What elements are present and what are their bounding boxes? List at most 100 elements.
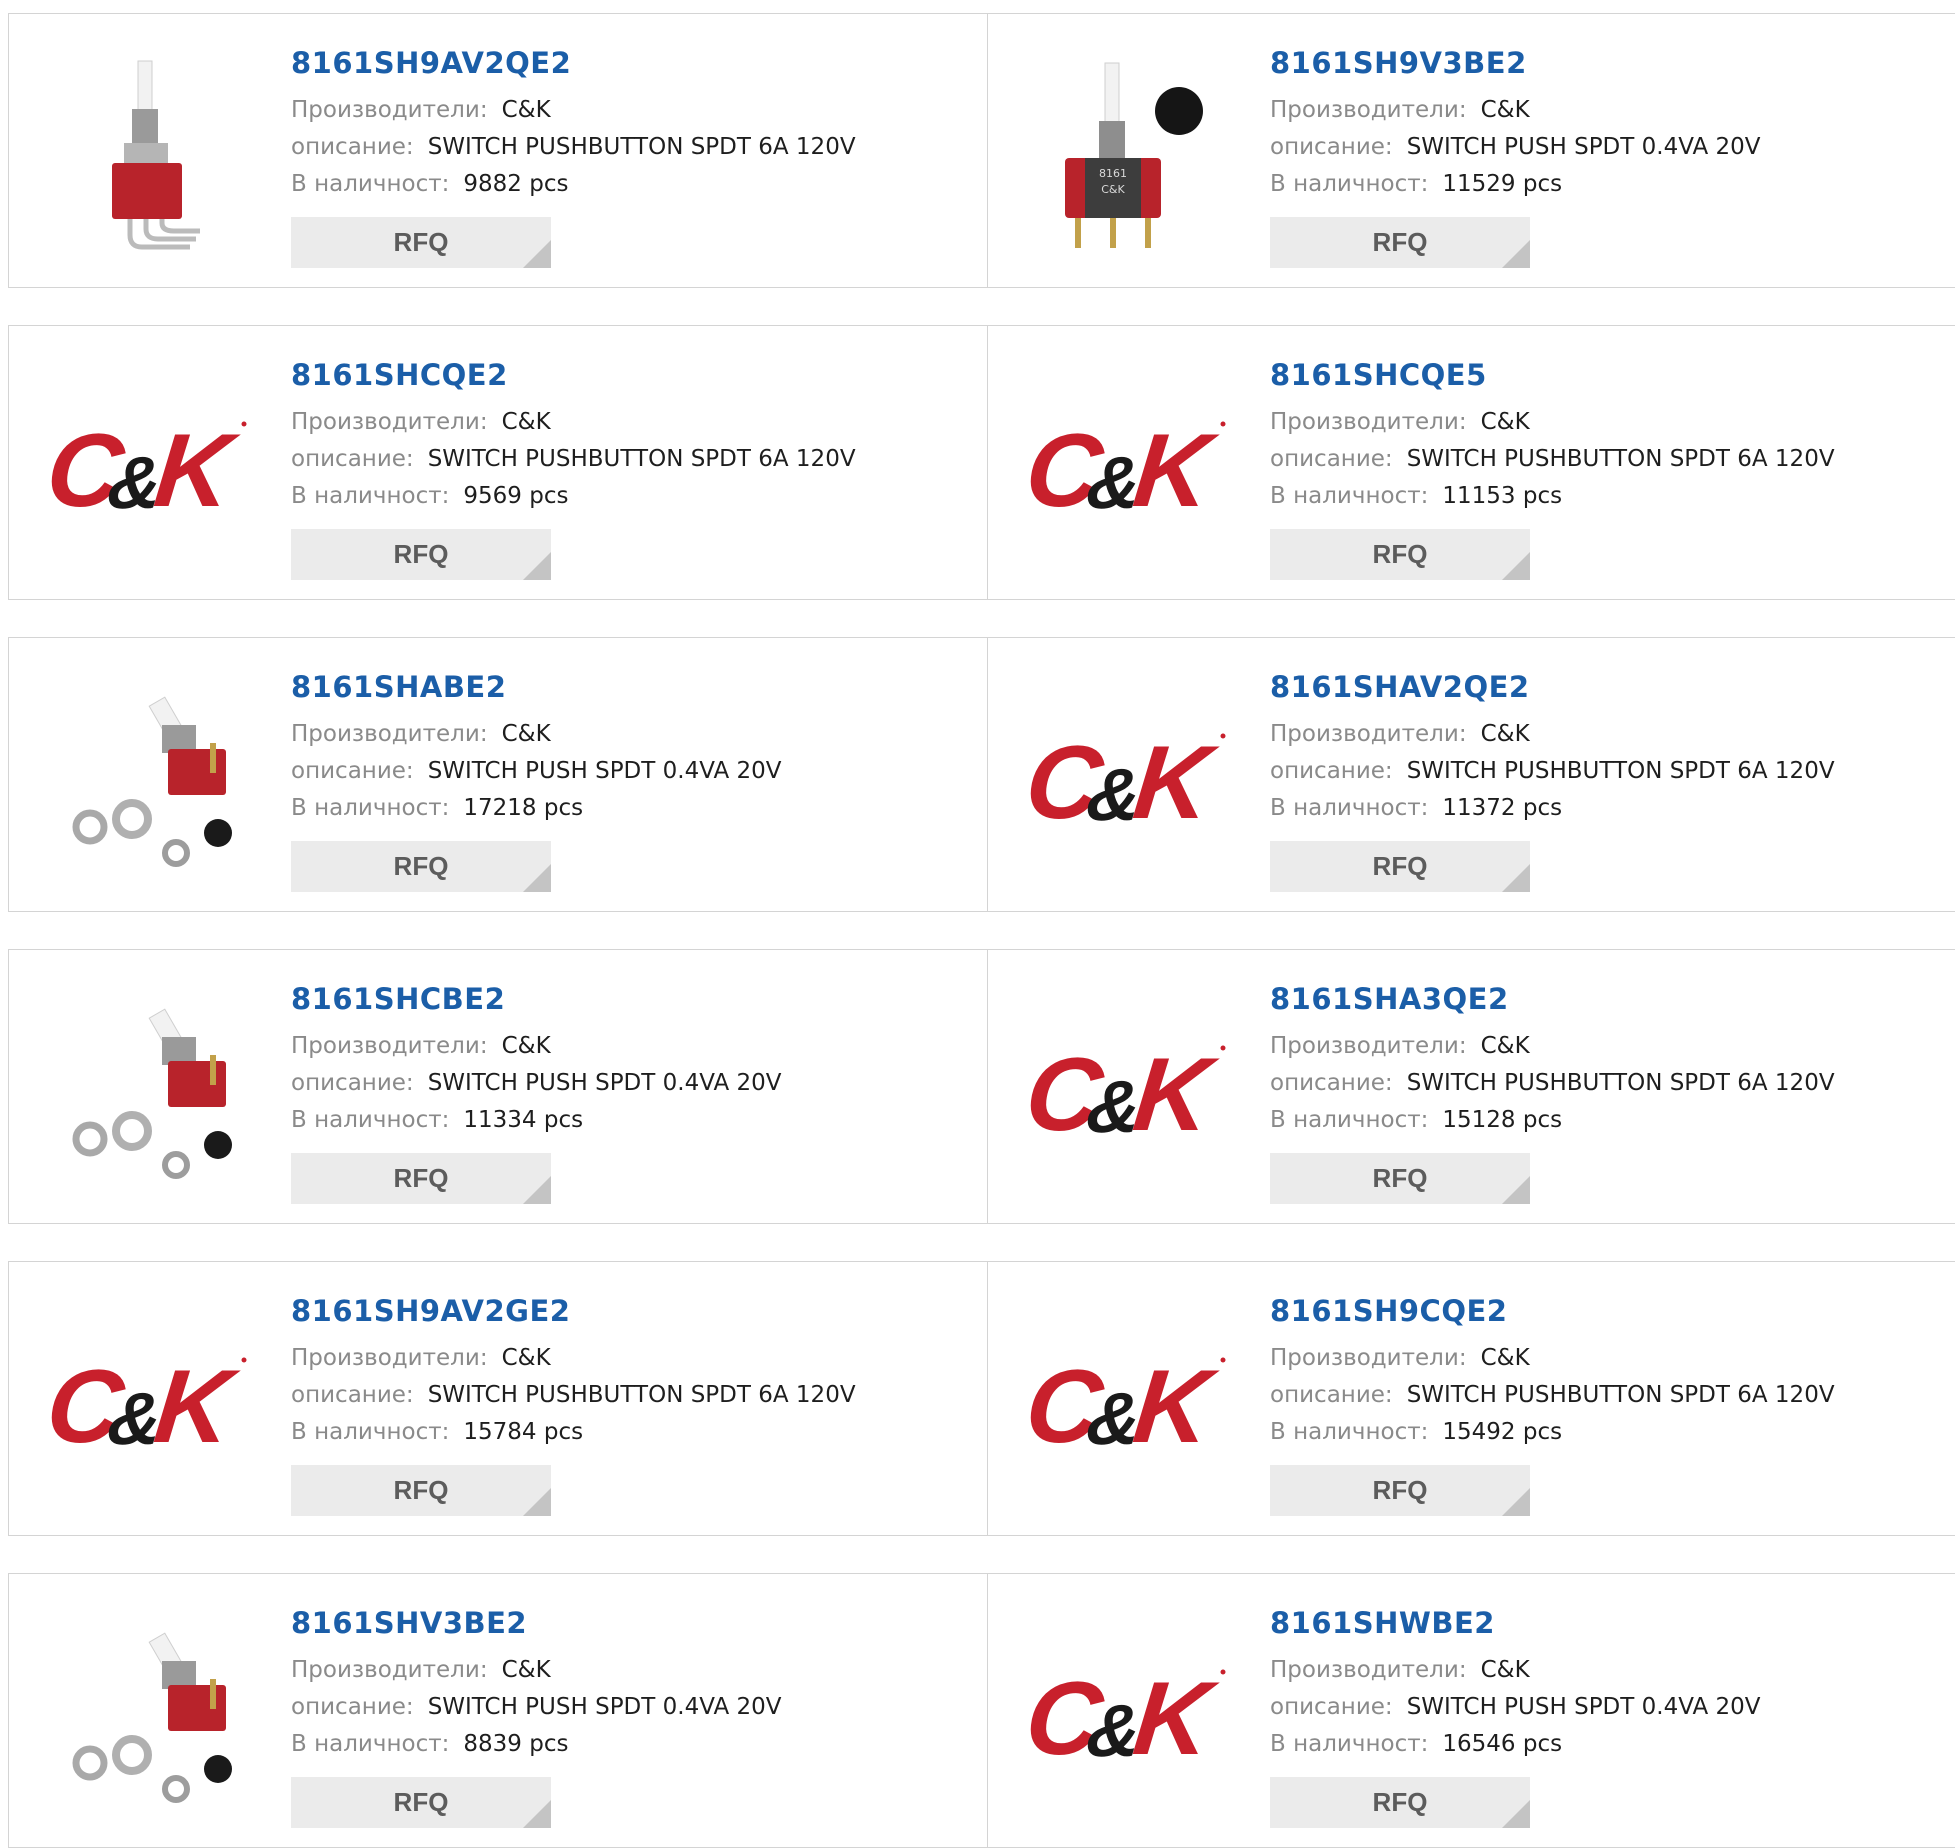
rfq-button[interactable]: RFQ (1270, 1777, 1530, 1828)
manufacturer-row: Производители: C&K (291, 1033, 551, 1059)
corner-triangle-icon (523, 552, 551, 580)
part-number-link[interactable]: 8161SHAV2QE2 (1270, 670, 1530, 704)
manufacturer-label: Производители: (291, 1657, 488, 1683)
manufacturer-value: C&K (501, 409, 551, 435)
product-card: C & K 8161SH9CQE2 Производители: C&K описание:… (988, 1261, 1955, 1536)
manufacturer-value: C&K (1480, 97, 1530, 123)
manufacturer-label: Производители: (291, 1345, 488, 1371)
manufacturer-value: C&K (501, 1033, 551, 1059)
stock-value: 9569 pcs (463, 483, 569, 509)
part-number-link[interactable]: 8161SHCQE2 (291, 358, 508, 392)
manufacturer-row: Производители: C&K (291, 409, 551, 435)
corner-triangle-icon (523, 1488, 551, 1516)
stock-row: В наличност: 11529 pcs (1270, 171, 1562, 197)
stock-value: 9882 pcs (463, 171, 569, 197)
rfq-button[interactable]: RFQ (1270, 1465, 1530, 1516)
product-image[interactable] (47, 986, 252, 1191)
rfq-button-label: RFQ (1372, 1163, 1428, 1193)
svg-text:K: K (1128, 1037, 1222, 1144)
stock-label: В наличност: (291, 171, 450, 197)
rfq-button-label: RFQ (393, 539, 449, 569)
part-number-link[interactable]: 8161SHA3QE2 (1270, 982, 1509, 1016)
description-label: описание: (291, 134, 414, 160)
description-value: SWITCH PUSH SPDT 0.4VA 20V (1406, 134, 1761, 160)
description-value: SWITCH PUSHBUTTON SPDT 6A 120V (427, 134, 856, 160)
corner-triangle-icon (1502, 552, 1530, 580)
product-card: 8161SHV3BE2 Производители: C&K описание: SWI… (8, 1573, 988, 1848)
stock-value: 11153 pcs (1442, 483, 1563, 509)
svg-text:K: K (1128, 1349, 1222, 1456)
rfq-button[interactable]: RFQ (1270, 1153, 1530, 1204)
stock-label: В наличност: (291, 1731, 450, 1757)
manufacturer-value: C&K (1480, 1033, 1530, 1059)
part-number-link[interactable]: 8161SHCBE2 (291, 982, 505, 1016)
manufacturer-logo[interactable]: C & K (1026, 986, 1231, 1191)
rfq-button-label: RFQ (1372, 851, 1428, 881)
part-number-link[interactable]: 8161SH9AV2QE2 (291, 46, 571, 80)
product-card: 8161 C&K 8161SH9V3BE2 Производители: C&K опис… (988, 13, 1955, 288)
product-image[interactable]: 8161 C&K (1026, 50, 1231, 255)
corner-triangle-icon (1502, 240, 1530, 268)
part-number-link[interactable]: 8161SH9CQE2 (1270, 1294, 1507, 1328)
rfq-button[interactable]: RFQ (291, 217, 551, 268)
manufacturer-row: Производители: C&K (1270, 97, 1530, 123)
rfq-button[interactable]: RFQ (1270, 217, 1530, 268)
svg-text:K: K (149, 1349, 243, 1456)
description-label: описание: (1270, 1694, 1393, 1720)
product-card: 8161SHABE2 Производители: C&K описание: SWIT… (8, 637, 988, 912)
rfq-button[interactable]: RFQ (1270, 841, 1530, 892)
description-value: SWITCH PUSHBUTTON SPDT 6A 120V (1406, 758, 1835, 784)
part-number-link[interactable]: 8161SH9AV2GE2 (291, 1294, 570, 1328)
rfq-button[interactable]: RFQ (1270, 529, 1530, 580)
rfq-button-label: RFQ (1372, 1787, 1428, 1817)
description-row: описание: SWITCH PUSHBUTTON SPDT 6A 120V (291, 446, 856, 472)
product-image[interactable] (47, 1610, 252, 1815)
stock-value: 15784 pcs (463, 1419, 584, 1445)
manufacturer-logo[interactable]: C & K (47, 1298, 252, 1503)
manufacturer-label: Производители: (1270, 97, 1467, 123)
rfq-button[interactable]: RFQ (291, 1777, 551, 1828)
manufacturer-label: Производители: (1270, 1345, 1467, 1371)
stock-row: В наличност: 9569 pcs (291, 483, 568, 509)
manufacturer-row: Производители: C&K (1270, 721, 1530, 747)
manufacturer-label: Производители: (291, 409, 488, 435)
stock-row: В наличност: 15492 pcs (1270, 1419, 1562, 1445)
description-label: описание: (1270, 1070, 1393, 1096)
product-image[interactable] (47, 50, 252, 255)
description-value: SWITCH PUSHBUTTON SPDT 6A 120V (1406, 1382, 1835, 1408)
description-label: описание: (1270, 1382, 1393, 1408)
product-card: C & K 8161SHCQE2 Производители: C&K описание: S… (8, 325, 988, 600)
stock-value: 17218 pcs (463, 795, 584, 821)
manufacturer-logo[interactable]: C & K (1026, 1610, 1231, 1815)
part-number-link[interactable]: 8161SH9V3BE2 (1270, 46, 1527, 80)
rfq-button[interactable]: RFQ (291, 529, 551, 580)
description-value: SWITCH PUSHBUTTON SPDT 6A 120V (427, 1382, 856, 1408)
manufacturer-row: Производители: C&K (291, 1345, 551, 1371)
manufacturer-logo[interactable]: C & K (1026, 362, 1231, 567)
description-row: описание: SWITCH PUSHBUTTON SPDT 6A 120V (1270, 446, 1835, 472)
part-number-link[interactable]: 8161SHABE2 (291, 670, 506, 704)
manufacturer-logo[interactable]: C & K (1026, 1298, 1231, 1503)
manufacturer-label: Производители: (291, 97, 488, 123)
product-image[interactable] (47, 674, 252, 879)
description-label: описание: (1270, 446, 1393, 472)
corner-triangle-icon (523, 864, 551, 892)
manufacturer-logo[interactable]: C & K (1026, 674, 1231, 879)
manufacturer-value: C&K (501, 721, 551, 747)
rfq-button[interactable]: RFQ (291, 1153, 551, 1204)
description-row: описание: SWITCH PUSH SPDT 0.4VA 20V (1270, 134, 1761, 160)
description-row: описание: SWITCH PUSH SPDT 0.4VA 20V (291, 758, 782, 784)
product-grid: 8161SH9AV2QE2 Производители: C&K описание: S… (0, 0, 1955, 1848)
part-number-link[interactable]: 8161SHCQE5 (1270, 358, 1487, 392)
part-number-link[interactable]: 8161SHWBE2 (1270, 1606, 1495, 1640)
stock-value: 15492 pcs (1442, 1419, 1563, 1445)
rfq-button[interactable]: RFQ (291, 1465, 551, 1516)
rfq-button-label: RFQ (1372, 539, 1428, 569)
manufacturer-logo[interactable]: C & K (47, 362, 252, 567)
rfq-button[interactable]: RFQ (291, 841, 551, 892)
stock-row: В наличност: 8839 pcs (291, 1731, 568, 1757)
product-card: 8161SHCBE2 Производители: C&K описание: SWIT… (8, 949, 988, 1224)
part-number-link[interactable]: 8161SHV3BE2 (291, 1606, 527, 1640)
description-row: описание: SWITCH PUSH SPDT 0.4VA 20V (291, 1694, 782, 1720)
stock-label: В наличност: (291, 1107, 450, 1133)
